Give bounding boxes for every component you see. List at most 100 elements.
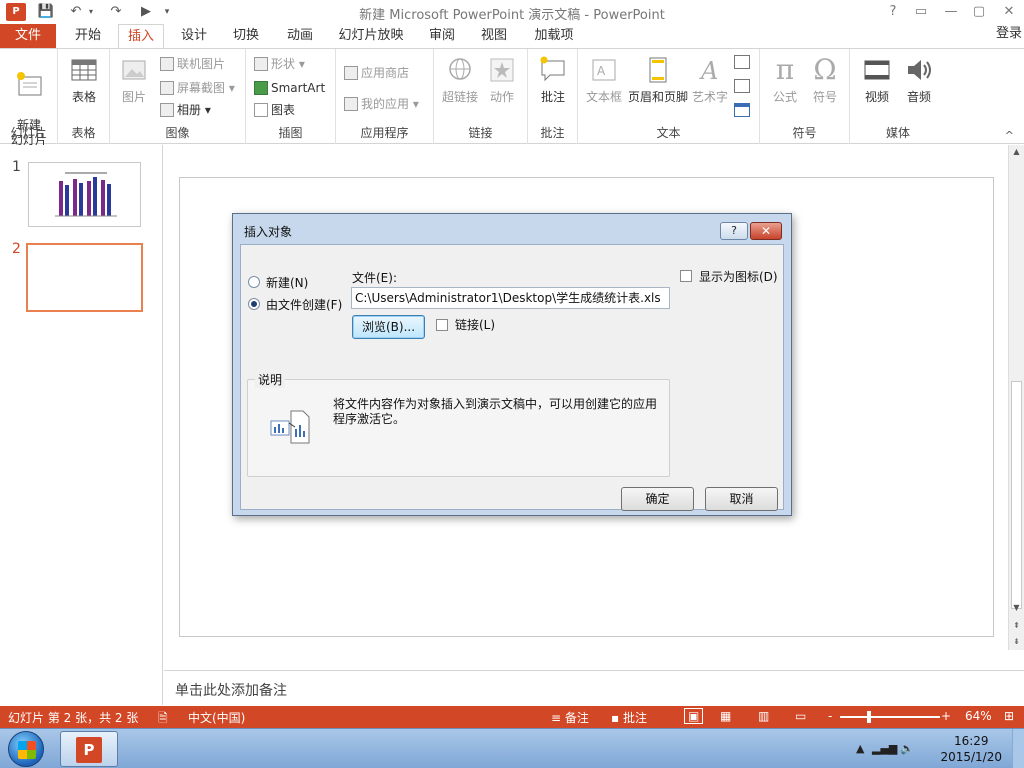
comment-button[interactable]: 批注	[534, 55, 572, 105]
textbox-icon: A	[592, 59, 616, 81]
next-slide-icon[interactable]: ⇟	[1009, 635, 1024, 649]
audio-button[interactable]: 音频	[900, 55, 938, 105]
tab-transitions[interactable]: 切换	[224, 24, 268, 48]
smartart-button[interactable]: SmartArt	[254, 78, 325, 98]
previous-slide-icon[interactable]: ⇞	[1009, 619, 1024, 633]
radio-create-new-label[interactable]: 新建(N)	[266, 274, 308, 291]
taskbar-powerpoint-button[interactable]: P	[60, 731, 118, 767]
group-images: 图片 联机图片 屏幕截图 ▾ 相册 ▾ 图像	[110, 49, 246, 144]
radio-create-new[interactable]	[248, 276, 260, 288]
show-desktop-button[interactable]	[1012, 729, 1024, 768]
group-apps: 应用商店 我的应用 ▾ 应用程序	[336, 49, 434, 144]
scrollbar-thumb[interactable]	[1011, 381, 1022, 609]
tab-home[interactable]: 开始	[66, 24, 110, 48]
tab-insert[interactable]: 插入	[118, 24, 164, 49]
ribbon-display-options-button[interactable]: ▭	[908, 2, 934, 22]
group-label-illustrations: 插图	[278, 126, 303, 140]
tab-file[interactable]: 文件	[0, 24, 56, 48]
equation-button[interactable]: π 公式	[766, 55, 804, 105]
slideshow-view-icon[interactable]: ▭	[795, 709, 806, 723]
group-tables: 表格 表格	[58, 49, 110, 144]
start-button[interactable]	[8, 731, 44, 767]
zoom-out-button[interactable]: -	[828, 709, 832, 723]
close-button[interactable]: ✕	[996, 2, 1022, 22]
ok-button[interactable]: 确定	[621, 487, 694, 511]
tab-addins[interactable]: 加载项	[528, 24, 580, 48]
maximize-button[interactable]: ▢	[966, 2, 992, 22]
reading-view-icon[interactable]: ▥	[758, 709, 769, 723]
zoom-slider[interactable]	[840, 716, 940, 718]
dialog-help-button[interactable]: ?	[720, 222, 748, 240]
scroll-up-icon[interactable]: ▲	[1009, 145, 1024, 159]
zoom-level[interactable]: 64%	[965, 709, 992, 723]
display-as-icon-label[interactable]: 显示为图标(D)	[699, 268, 778, 285]
volume-icon[interactable]: 🔈	[900, 742, 914, 755]
link-checkbox-label[interactable]: 链接(L)	[455, 316, 495, 333]
collapse-ribbon-icon[interactable]: ^	[1005, 129, 1014, 142]
vertical-scrollbar[interactable]: ▲ ▼ ⇞ ⇟	[1008, 145, 1024, 650]
slide-sorter-icon[interactable]: ▦	[720, 709, 731, 723]
chart-button[interactable]: 图表	[254, 100, 295, 120]
normal-view-icon[interactable]: ▣	[684, 708, 704, 724]
notes-pane[interactable]: 单击此处添加备注	[164, 670, 1024, 706]
picture-button[interactable]: 图片	[116, 55, 152, 105]
file-path-input[interactable]: C:\Users\Administrator1\Desktop\学生成绩统计表.…	[351, 287, 670, 309]
shapes-button[interactable]: 形状 ▾	[254, 54, 305, 74]
minimize-button[interactable]: —	[938, 2, 964, 22]
my-apps-button[interactable]: 我的应用 ▾	[344, 94, 419, 114]
network-icon[interactable]: ▂▄▆	[872, 742, 897, 755]
group-label-media: 媒体	[885, 126, 910, 140]
language-indicator[interactable]: 中文(中国)	[188, 709, 245, 726]
show-hidden-icons-icon[interactable]: ▲	[856, 742, 864, 755]
scroll-down-icon[interactable]: ▼	[1009, 601, 1024, 615]
tab-review[interactable]: 审阅	[420, 24, 464, 48]
login-link[interactable]: 登录	[996, 24, 1022, 44]
action-button[interactable]: 动作	[484, 55, 520, 105]
tab-design[interactable]: 设计	[172, 24, 216, 48]
tab-animations[interactable]: 动画	[278, 24, 322, 48]
clock[interactable]: 16:29 2015/1/20	[940, 733, 1002, 765]
video-button[interactable]: 视频	[858, 55, 896, 105]
tab-slideshow[interactable]: 幻灯片放映	[334, 24, 408, 48]
notes-toggle-button[interactable]: ≡ 备注	[551, 709, 589, 726]
comments-toggle-button[interactable]: ▪ 批注	[611, 709, 647, 726]
video-label: 视频	[864, 90, 889, 104]
radio-create-from-file[interactable]	[248, 298, 260, 310]
zoom-in-button[interactable]: +	[941, 709, 951, 723]
slide-thumbnail-1[interactable]	[28, 162, 141, 227]
dialog-title: 插入对象	[244, 225, 293, 239]
file-field-label: 文件(E):	[352, 271, 397, 285]
cancel-button[interactable]: 取消	[705, 487, 778, 511]
browse-button[interactable]: 浏览(B)...	[352, 315, 425, 339]
store-button[interactable]: 应用商店	[344, 63, 409, 83]
album-button[interactable]: 相册 ▾	[160, 100, 211, 120]
textbox-button[interactable]: A 文本框	[582, 55, 626, 105]
dialog-body: 新建(N) 由文件创建(F) 文件(E): C:\Users\Administr…	[240, 244, 784, 511]
table-button[interactable]: 表格	[64, 55, 104, 105]
screenshot-button[interactable]: 屏幕截图 ▾	[160, 78, 235, 98]
display-as-icon-checkbox[interactable]	[680, 270, 692, 282]
zoom-slider-handle[interactable]	[867, 711, 871, 723]
tab-view[interactable]: 视图	[472, 24, 516, 48]
date-time-icon[interactable]	[734, 55, 750, 69]
online-pictures-button[interactable]: 联机图片	[160, 54, 225, 74]
slide-number-icon[interactable]	[734, 79, 750, 93]
spellcheck-icon[interactable]: 🗎	[158, 709, 168, 730]
windows-logo-icon	[18, 741, 36, 759]
hyperlink-label: 超链接	[441, 90, 478, 104]
object-icon[interactable]	[734, 103, 750, 117]
help-button[interactable]: ?	[880, 2, 906, 22]
hyperlink-button[interactable]: 超链接	[440, 55, 480, 105]
shapes-icon	[254, 57, 268, 71]
wordart-button[interactable]: A 艺术字	[690, 55, 730, 105]
status-bar: 幻灯片 第 2 张，共 2 张 🗎 中文(中国) ≡ 备注 ▪ 批注 ▣ ▦ ▥…	[0, 706, 1024, 728]
globe-icon	[449, 58, 471, 80]
link-checkbox[interactable]	[436, 319, 448, 331]
slide-thumbnail-2[interactable]	[26, 243, 143, 312]
dialog-close-button[interactable]: ✕	[750, 222, 782, 240]
radio-create-from-file-label[interactable]: 由文件创建(F)	[266, 296, 342, 313]
fit-to-window-icon[interactable]: ⊞	[1004, 709, 1014, 723]
symbol-button[interactable]: Ω 符号	[806, 55, 844, 105]
header-footer-button[interactable]: 页眉和页脚	[626, 55, 690, 105]
group-label-slides: 幻灯片	[10, 126, 47, 140]
